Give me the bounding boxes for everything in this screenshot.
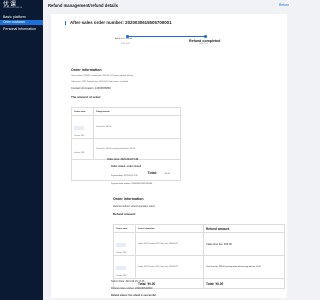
table-total-row: Total: 560.00 xyxy=(71,159,181,181)
page-header: Refund management/refund details Return xyxy=(43,0,293,9)
course-information: Grade: XXX Teacher: XXX Class time: 2020… xyxy=(135,232,204,256)
contact-information: Contact information: 13456565866 xyxy=(71,87,111,90)
course-fee: Course fee: 260.00 Learning material fee… xyxy=(93,138,181,160)
payment-order-number: Payment order number: 202003061550570000… xyxy=(111,183,153,185)
total-cell: Total: 560.00 xyxy=(71,159,181,181)
order-info-line2: Order name: XXXX Payment time: 2021-09-2… xyxy=(71,81,129,83)
table-cell: Course: XXX xyxy=(71,138,94,160)
order-info-section: Order information Order number: XXXXXX C… xyxy=(71,68,271,99)
menu-group-basic[interactable]: Basic platform xyxy=(0,13,43,20)
order-info-title: Order information xyxy=(71,68,102,72)
col-course-name: Course name xyxy=(71,107,94,116)
order-number-label: After-sales order number: 20200306155057… xyxy=(70,20,172,25)
step-date-2: 2020-11-22 xyxy=(199,43,209,45)
course-name: Course: XXX xyxy=(74,152,85,154)
page-title: Refund management/refund details xyxy=(48,3,119,8)
table-row: Course: XXX Grade: XXX Teacher: XXX Clas… xyxy=(113,232,285,256)
course-information: Grade: XXX Teacher: XXX Class time: 2020… xyxy=(135,255,204,279)
sidebar: 优课 YOUKE EDUCATION Basic platform Order … xyxy=(0,0,43,300)
step-line xyxy=(127,36,205,37)
table-header-row: Course name Change amount xyxy=(71,107,181,116)
payment-date: Payment date: 2021-09-22 5:35 xyxy=(111,175,138,177)
step-date-1: 2020-11-21 xyxy=(121,43,131,45)
col-refund-amount: Refund amount xyxy=(203,224,285,233)
table-row: Course: XXX Course fee: 360.00 xyxy=(71,115,181,139)
course-fee: Course fee: 360.00 xyxy=(93,115,181,139)
col-course-information: Course information xyxy=(135,224,204,233)
course-name: Course: XXX xyxy=(74,135,85,137)
order-time: Order time: 2021-09-22 5:30 xyxy=(107,158,139,161)
col-change-amount: Change amount xyxy=(93,107,181,116)
submit-date: Submit Date: 2021-09-26 17:36 xyxy=(111,280,145,283)
total-label: Total: xyxy=(147,171,158,175)
col-course-name: Course name xyxy=(113,224,136,233)
order-info-line1: Order number: XXXXXX Creation time: 2020… xyxy=(71,75,134,77)
after-sales-order-number: After-sales order number: 20200306155057… xyxy=(65,20,172,25)
refund-method: Refund method: school operation return xyxy=(113,205,156,208)
logo-sub: YOUKE EDUCATION xyxy=(3,7,23,9)
step-label-1: Apply for a refund xyxy=(115,38,133,40)
order-amount-table: Course name Change amount Course: XXX Co… xyxy=(71,107,181,181)
table-cell: Course: XXX xyxy=(113,255,136,279)
course-name: Course: XXX xyxy=(116,275,127,277)
table-row: Course: XXX Course fee: 260.00 Learning … xyxy=(71,138,181,160)
course-thumbnail xyxy=(116,266,126,270)
logo: 优课 YOUKE EDUCATION xyxy=(0,0,43,13)
total-right: Total: ¥0.00 xyxy=(203,278,285,289)
refund-info-section: Order information Refund method: school … xyxy=(113,197,283,216)
refund-order-number: Refund order number: 2021090512600 xyxy=(111,287,153,290)
step-dot-2 xyxy=(204,35,207,38)
detail-card: After-sales order number: 20200306155057… xyxy=(51,14,287,298)
return-link[interactable]: Return xyxy=(279,3,289,7)
total-value: 560.00 xyxy=(164,173,171,175)
refund-status: Refund status: the refund is successful xyxy=(111,294,156,297)
course-thumbnail xyxy=(74,126,84,130)
course-name: Course: XXX xyxy=(116,252,127,254)
refund-amount: Class time fee: 366.00 teaching material… xyxy=(203,255,285,279)
progress-steps: Apply for a refund 2020-11-21 Refund com… xyxy=(113,34,223,46)
order-status: Order status: order closed xyxy=(111,165,142,168)
course-thumbnail xyxy=(116,243,126,247)
refund-info-title: Order information xyxy=(113,197,144,201)
refund-amount: Class time fee: 360.00 xyxy=(203,232,285,256)
table-cell: Course: XXX xyxy=(71,115,94,139)
menu-group-personal[interactable]: Personal information xyxy=(0,25,43,32)
refund-amount-title: Refund amount: xyxy=(113,212,136,216)
table-row: Course: XXX Grade: XXX Teacher: XXX Clas… xyxy=(113,255,285,279)
main-area: Refund management/refund details Return … xyxy=(43,0,293,300)
table-header-row: Course name Course information Refund am… xyxy=(113,224,285,233)
table-cell: Course: XXX xyxy=(113,232,136,256)
order-amount-title: The amount of order: xyxy=(71,95,102,99)
accent-bar xyxy=(65,20,66,25)
